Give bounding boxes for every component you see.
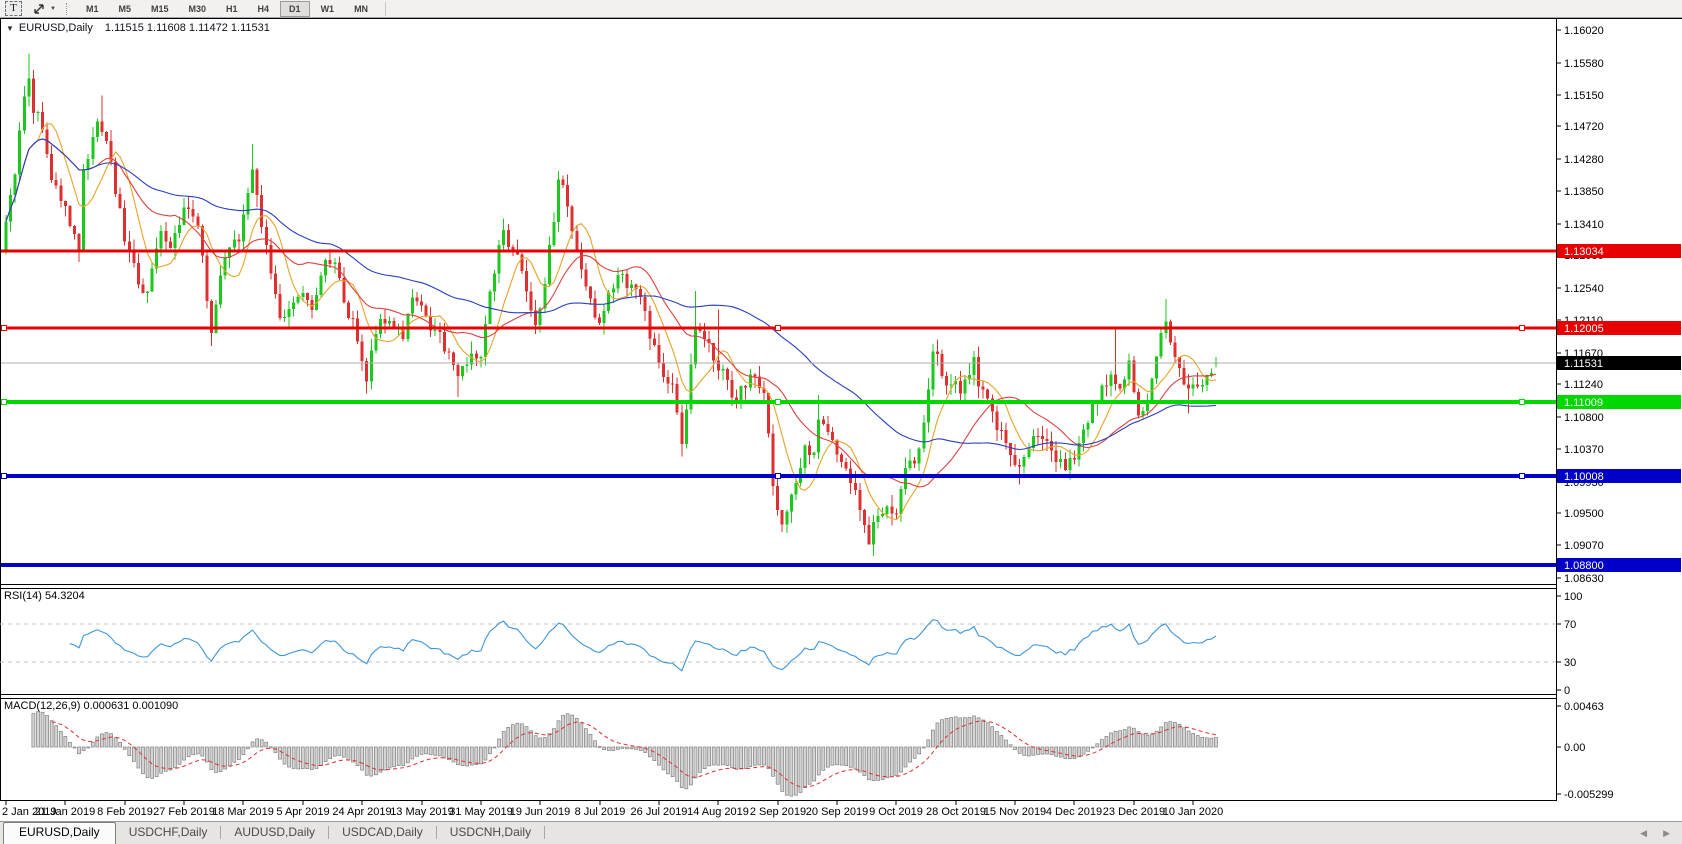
tab-usdcad-daily[interactable]: USDCAD,Daily [329, 822, 436, 844]
svg-text:21 Jan 2019: 21 Jan 2019 [35, 806, 96, 818]
price-chart-canvas[interactable]: 1.16020 1.15580 1.15150 1.14720 1.14280 1.138… [0, 18, 1682, 821]
macd-panel: 0.00463 0.00 -0.005299 [32, 701, 1614, 801]
svg-text:27 Feb 2019: 27 Feb 2019 [153, 806, 215, 818]
tab-separator [544, 826, 545, 839]
svg-text:1.11531: 1.11531 [1564, 358, 1603, 370]
candles-layer [5, 54, 1218, 556]
timeframe-button-d1[interactable]: D1 [280, 1, 310, 17]
svg-text:8 Jul 2019: 8 Jul 2019 [575, 806, 626, 818]
svg-text:15 Nov 2019: 15 Nov 2019 [984, 806, 1046, 818]
diagonal-arrows-tool-icon[interactable] [32, 2, 46, 16]
svg-text:70: 70 [1564, 619, 1576, 631]
tab-eurusd-daily[interactable]: EURUSD,Daily [3, 822, 116, 844]
svg-text:24 Apr 2019: 24 Apr 2019 [332, 806, 391, 818]
svg-text:1.08630: 1.08630 [1564, 573, 1604, 585]
tab-usdchf-daily[interactable]: USDCHF,Daily [116, 822, 221, 844]
svg-text:1.12540: 1.12540 [1564, 283, 1604, 295]
svg-text:23 Dec 2019: 23 Dec 2019 [1103, 806, 1165, 818]
ohlc-values: 1.11515 1.11608 1.11472 1.11531 [105, 22, 270, 34]
svg-text:1.09500: 1.09500 [1564, 508, 1604, 520]
timeframe-button-mn[interactable]: MN [345, 1, 377, 17]
svg-text:1.15580: 1.15580 [1564, 58, 1604, 70]
svg-text:100: 100 [1564, 591, 1582, 603]
text-tool-button[interactable]: T [5, 1, 22, 16]
date-axis[interactable]: 2 Jan 201921 Jan 20198 Feb 201927 Feb 20… [2, 800, 1223, 818]
svg-text:1.10800: 1.10800 [1564, 412, 1604, 424]
svg-text:30: 30 [1564, 657, 1576, 669]
svg-text:31 May 2019: 31 May 2019 [449, 806, 513, 818]
svg-text:18 Mar 2019: 18 Mar 2019 [212, 806, 274, 818]
price-axis[interactable]: 1.16020 1.15580 1.15150 1.14720 1.14280 1.138… [1556, 25, 1604, 585]
svg-text:1.14720: 1.14720 [1564, 121, 1604, 133]
svg-text:1.13850: 1.13850 [1564, 186, 1604, 198]
tab-scroll-right-icon[interactable]: ▶ [1663, 828, 1670, 839]
macd-indicator-label: MACD(12,26,9) 0.000631 0.001090 [4, 700, 178, 712]
svg-text:19 Jun 2019: 19 Jun 2019 [510, 806, 571, 818]
tab-usdcnh-daily[interactable]: USDCNH,Daily [437, 822, 544, 844]
svg-text:1.10370: 1.10370 [1564, 444, 1604, 456]
toolbar-separator [66, 3, 69, 15]
svg-text:14 Aug 2019: 14 Aug 2019 [687, 806, 749, 818]
moving-averages-layer [6, 124, 1216, 520]
timeframe-button-m30[interactable]: M30 [180, 1, 216, 17]
svg-text:13 May 2019: 13 May 2019 [390, 806, 454, 818]
svg-text:26 Jul 2019: 26 Jul 2019 [631, 806, 688, 818]
svg-text:1.14280: 1.14280 [1564, 154, 1604, 166]
horizontal-lines-layer[interactable] [0, 251, 1556, 565]
svg-text:1.11009: 1.11009 [1564, 397, 1603, 409]
svg-text:20 Sep 2019: 20 Sep 2019 [806, 806, 868, 818]
svg-text:-0.005299: -0.005299 [1564, 789, 1614, 801]
svg-text:1.13034: 1.13034 [1564, 246, 1604, 258]
svg-text:0: 0 [1564, 685, 1570, 697]
collapse-triangle-icon[interactable]: ▼ [6, 24, 14, 33]
toolbar-divider [385, 2, 386, 16]
tab-audusd-daily[interactable]: AUDUSD,Daily [221, 822, 328, 844]
svg-text:1.08800: 1.08800 [1564, 560, 1604, 572]
svg-text:4 Dec 2019: 4 Dec 2019 [1046, 806, 1102, 818]
timeframe-button-m15[interactable]: M15 [142, 1, 178, 17]
rsi-indicator-label: RSI(14) 54.3204 [4, 590, 85, 602]
chart-frame [0, 18, 1682, 801]
svg-text:1.16020: 1.16020 [1564, 25, 1604, 37]
dropdown-caret-icon[interactable]: ▼ [50, 6, 56, 12]
timeframe-button-h1[interactable]: H1 [217, 1, 247, 17]
svg-text:1.12005: 1.12005 [1564, 323, 1604, 335]
toolbar: T ▼ M1 M5 M15 M30 H1 H4 D1 W1 MN [0, 0, 1682, 18]
symbol-period-label: EURUSD,Daily [19, 22, 93, 34]
svg-text:28 Oct 2019: 28 Oct 2019 [926, 806, 986, 818]
svg-text:8 Feb 2019: 8 Feb 2019 [97, 806, 153, 818]
timeframe-button-m1[interactable]: M1 [77, 1, 108, 17]
timeframe-button-h4[interactable]: H4 [249, 1, 279, 17]
tab-scroll-left-icon[interactable]: ◀ [1640, 828, 1647, 839]
svg-text:1.09070: 1.09070 [1564, 540, 1604, 552]
timeframe-button-w1[interactable]: W1 [312, 1, 344, 17]
svg-text:1.11240: 1.11240 [1564, 379, 1603, 391]
svg-text:9 Oct 2019: 9 Oct 2019 [869, 806, 923, 818]
svg-text:10 Jan 2020: 10 Jan 2020 [1163, 806, 1224, 818]
svg-text:1.15150: 1.15150 [1564, 90, 1604, 102]
svg-text:1.13410: 1.13410 [1564, 219, 1604, 231]
chart-tabs-bar: EURUSD,Daily USDCHF,Daily AUDUSD,Daily U… [0, 821, 1682, 844]
rsi-panel: 100 70 30 0 [0, 591, 1582, 697]
svg-text:2 Sep 2019: 2 Sep 2019 [750, 806, 806, 818]
svg-text:1.10008: 1.10008 [1564, 471, 1604, 483]
timeframe-button-m5[interactable]: M5 [109, 1, 140, 17]
chart-window: 1.16020 1.15580 1.15150 1.14720 1.14280 1.138… [0, 18, 1682, 821]
svg-text:0.00463: 0.00463 [1564, 701, 1604, 713]
svg-text:5 Apr 2019: 5 Apr 2019 [276, 806, 329, 818]
svg-text:0.00: 0.00 [1564, 742, 1585, 754]
chart-title: ▼ EURUSD,Daily 1.11515 1.11608 1.11472 1… [6, 22, 270, 34]
